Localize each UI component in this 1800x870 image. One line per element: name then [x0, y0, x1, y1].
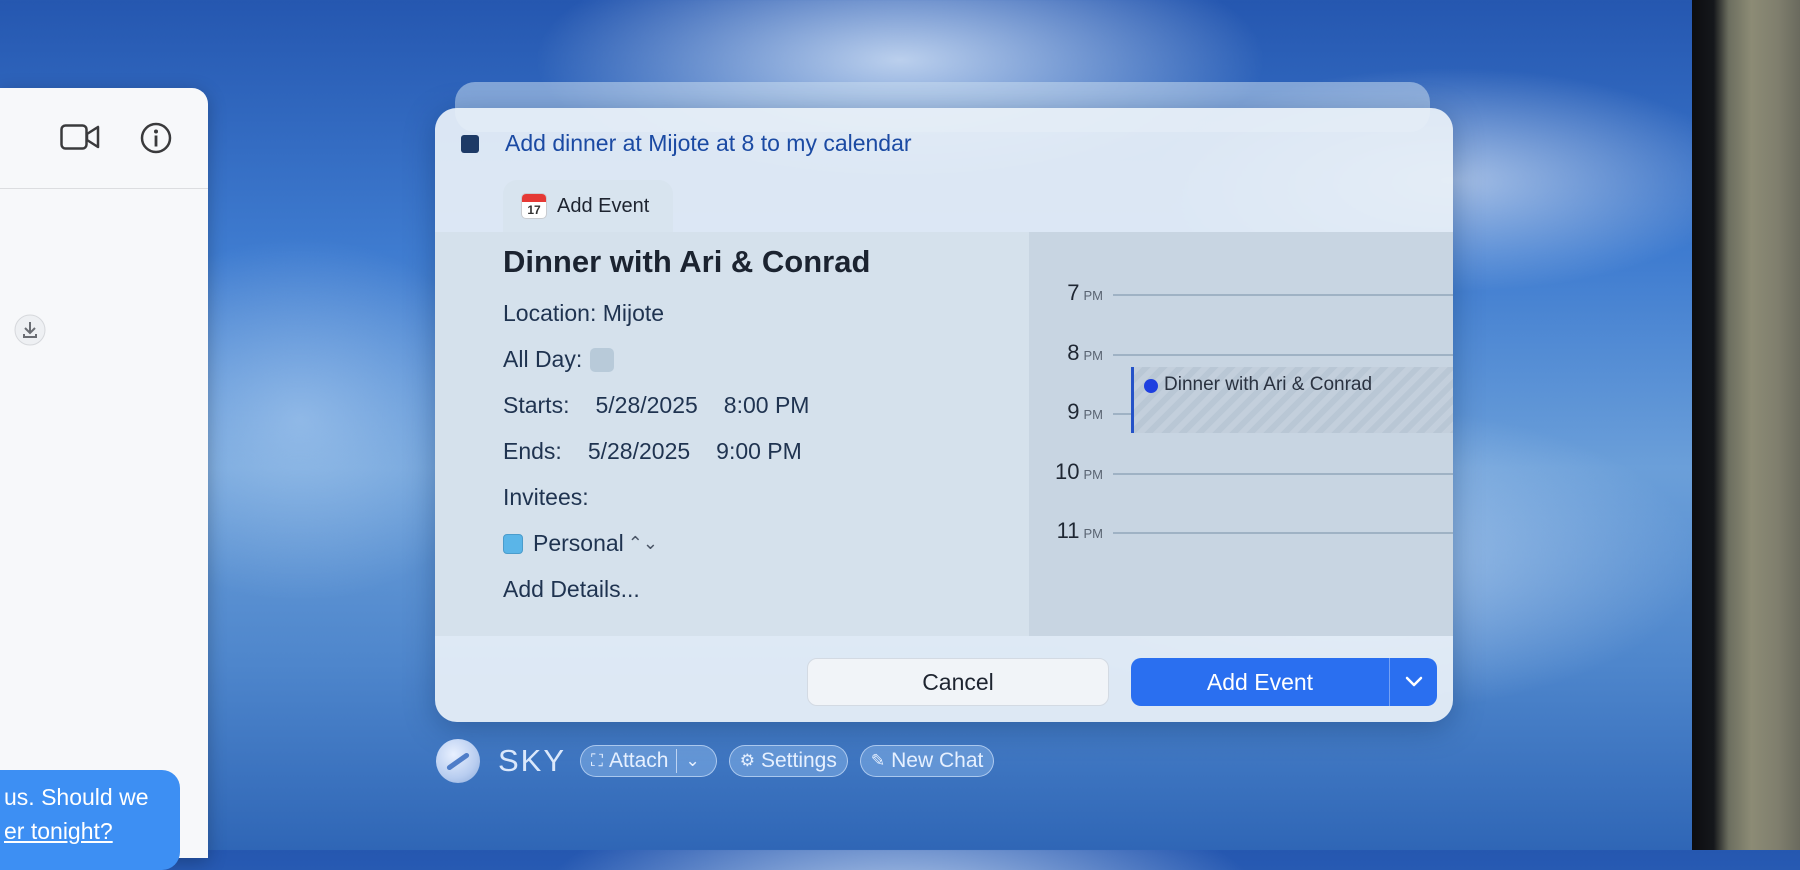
- assistant-panel: Add dinner at Mijote at 8 to my calendar…: [435, 108, 1453, 722]
- info-icon[interactable]: [140, 122, 172, 154]
- download-icon[interactable]: [14, 314, 46, 346]
- video-call-icon[interactable]: [60, 124, 100, 150]
- messages-window: us. Should we er tonight?: [0, 88, 208, 870]
- event-form-area: Dinner with Ari & Conrad Location: Mijot…: [435, 232, 1453, 636]
- event-dot-icon: [1144, 379, 1158, 393]
- hour-row: 11 PM: [1029, 518, 1453, 548]
- invitees-label: Invitees:: [503, 484, 589, 510]
- starts-field: Starts: 5/28/2025 8:00 PM: [503, 392, 809, 419]
- new-chat-button[interactable]: ✎ New Chat: [859, 745, 995, 777]
- attach-icon: ⛶: [591, 751, 603, 770]
- add-details-link[interactable]: Add Details...: [503, 576, 640, 603]
- location-label: Location:: [503, 300, 597, 326]
- message-line-1: us. Should we: [4, 784, 149, 810]
- hour-row: 7 PM: [1029, 280, 1453, 310]
- prompt-row: Add dinner at Mijote at 8 to my calendar: [461, 130, 912, 157]
- hour-label: 9 PM: [1067, 399, 1103, 424]
- hour-label: 10 PM: [1055, 458, 1103, 484]
- starts-label: Starts:: [503, 392, 570, 418]
- all-day-field: All Day:: [503, 346, 615, 373]
- tab-label: Add Event: [557, 194, 650, 217]
- screen-bezel: [1692, 0, 1800, 850]
- hour-label: 8 PM: [1067, 339, 1103, 365]
- cancel-button[interactable]: Cancel: [807, 658, 1109, 706]
- hour-label: 11 PM: [1056, 518, 1103, 543]
- attach-button[interactable]: ⛶ Attach ⌄: [580, 745, 717, 777]
- hour-gridline: [1113, 532, 1453, 534]
- add-event-menu-button[interactable]: [1390, 658, 1437, 706]
- messages-header: [0, 88, 208, 189]
- chevron-up-down-icon: ⌃⌄: [627, 533, 658, 553]
- all-day-label: All Day:: [503, 346, 583, 372]
- hour-row: 10 PM: [1029, 459, 1453, 489]
- prompt-text: Add dinner at Mijote at 8 to my calendar: [505, 130, 912, 156]
- gear-icon: ⚙: [739, 751, 755, 770]
- all-day-checkbox[interactable]: [590, 347, 615, 372]
- calendar-select-value: Personal: [533, 530, 624, 556]
- message-bubble: us. Should we er tonight?: [0, 770, 180, 870]
- hour-gridline: [1113, 353, 1453, 356]
- calendar-select[interactable]: Personal ⌃⌄: [503, 530, 658, 557]
- assistant-toolbar: SKY ⛶ Attach ⌄ ⚙ Settings ✎ New Chat: [436, 739, 1006, 783]
- invitees-field[interactable]: Invitees:: [503, 484, 589, 511]
- settings-label: Settings: [760, 749, 837, 772]
- ends-field: Ends: 5/28/2025 9:00 PM: [503, 438, 802, 465]
- app-name: SKY: [498, 743, 567, 778]
- sky-logo-icon: [436, 739, 480, 783]
- calendar-color-swatch: [503, 533, 523, 554]
- day-view-event-title: Dinner with Ari & Conrad: [1164, 374, 1373, 395]
- tab-add-event[interactable]: 17 Add Event: [503, 180, 673, 232]
- day-view: 7 PM 8 PM 9 PM 10 PM 11 PM Dinner with Ari & Conr…: [1029, 232, 1453, 636]
- day-view-event[interactable]: Dinner with Ari & Conrad: [1131, 367, 1453, 433]
- end-time[interactable]: 9:00 PM: [716, 438, 802, 464]
- calendar-icon: 17: [521, 193, 547, 219]
- message-line-2: er tonight?: [4, 818, 113, 844]
- start-date[interactable]: 5/28/2025: [595, 392, 697, 418]
- add-event-button[interactable]: Add Event: [1131, 658, 1390, 706]
- event-title[interactable]: Dinner with Ari & Conrad: [503, 244, 870, 280]
- event-details: Dinner with Ari & Conrad Location: Mijot…: [503, 232, 1023, 636]
- hour-row: 8 PM: [1029, 340, 1453, 370]
- location-value[interactable]: Mijote: [603, 300, 664, 326]
- end-date[interactable]: 5/28/2025: [588, 438, 690, 464]
- chevron-down-icon: [1405, 676, 1422, 687]
- chevron-down-icon[interactable]: ⌄: [685, 751, 699, 771]
- new-chat-label: New Chat: [891, 749, 984, 772]
- stop-icon[interactable]: [461, 134, 479, 153]
- ends-label: Ends:: [503, 438, 562, 464]
- attach-label: Attach: [608, 749, 669, 772]
- add-event-button-group: Add Event: [1131, 658, 1437, 706]
- hour-label: 7 PM: [1067, 280, 1103, 305]
- compose-icon: ✎: [870, 751, 886, 770]
- start-time[interactable]: 8:00 PM: [724, 392, 810, 418]
- hour-gridline: [1113, 472, 1453, 475]
- hour-gridline: [1113, 294, 1453, 296]
- settings-button[interactable]: ⚙ Settings: [728, 745, 848, 777]
- location-field[interactable]: Location: Mijote: [503, 300, 664, 327]
